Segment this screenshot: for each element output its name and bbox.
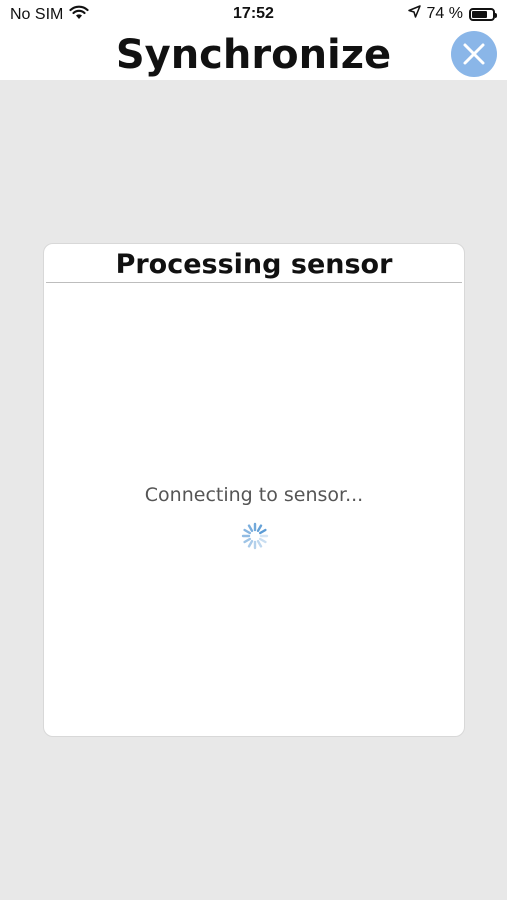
dialog-message: Connecting to sensor... — [144, 484, 364, 506]
spinner-tick — [243, 528, 252, 535]
spinner-tick — [256, 524, 263, 533]
battery-percent: 74 % — [426, 5, 463, 22]
spinner-tick — [258, 528, 267, 535]
dialog-title: Processing sensor — [115, 249, 393, 280]
dialog-divider — [46, 282, 462, 283]
spinner-tick — [258, 537, 267, 544]
status-right: 74 % — [407, 5, 497, 23]
status-bar: No SIM 17:52 74 % — [0, 0, 507, 30]
top-bar: No SIM 17:52 74 % Synchronize — [0, 0, 507, 80]
location-arrow-icon — [407, 5, 421, 23]
spinner-tick — [243, 537, 252, 544]
page-title: Synchronize — [115, 32, 392, 78]
loading-spinner-icon — [241, 522, 269, 550]
spinner-tick — [247, 539, 254, 548]
spinner-tick — [247, 524, 254, 533]
battery-fill — [472, 10, 487, 18]
processing-dialog: Processing sensor Connecting to sensor..… — [43, 243, 465, 737]
spinner-tick — [256, 539, 263, 548]
close-button[interactable] — [451, 31, 497, 77]
close-icon — [463, 43, 485, 65]
battery-icon — [469, 7, 497, 21]
